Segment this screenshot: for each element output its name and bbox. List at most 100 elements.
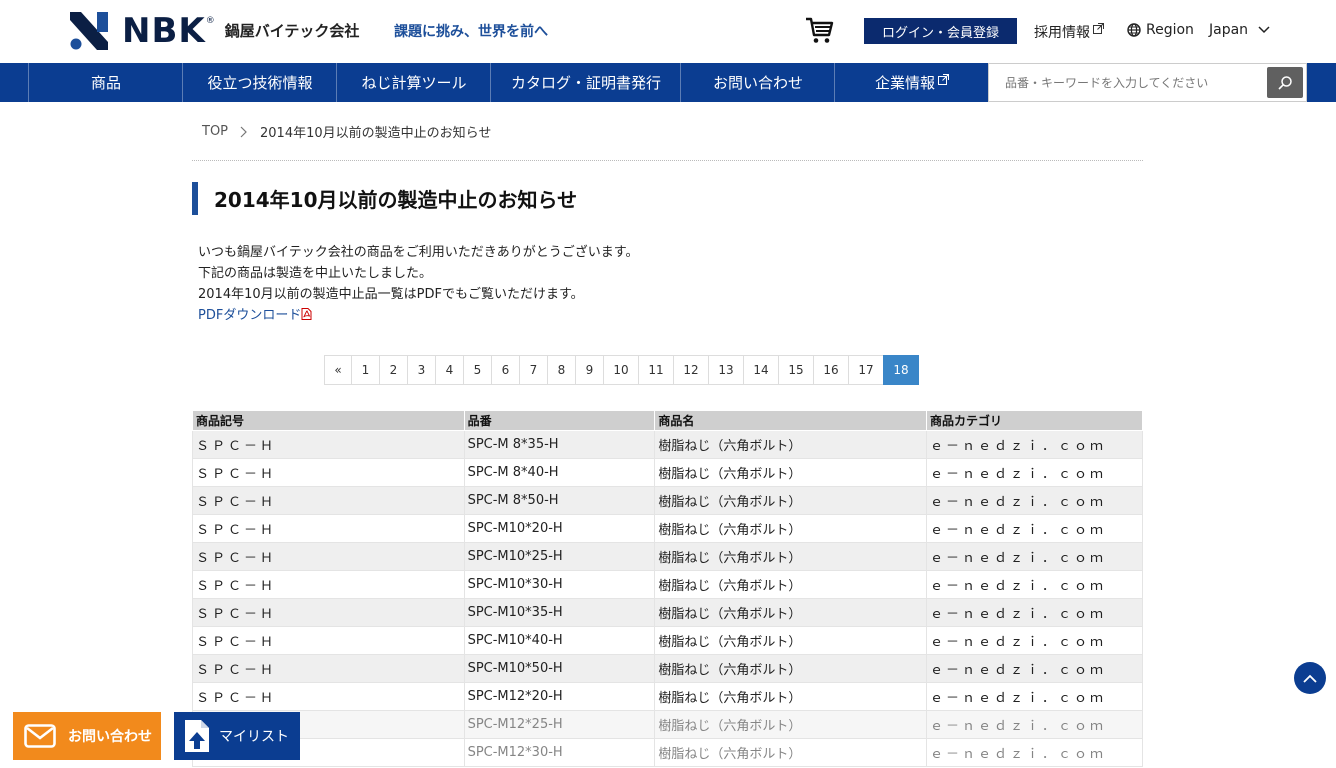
page-link[interactable]: 10 xyxy=(603,355,639,385)
floating-contact-label: お問い合わせ xyxy=(68,729,152,745)
cell-product-name: 樹脂ねじ（六角ボルト） xyxy=(654,738,928,767)
pagination-prev[interactable]: « xyxy=(324,355,352,385)
cell-category: ｅ－ｎｅｄｚｉ．ｃｏｍ xyxy=(926,514,1143,543)
nav-item-products[interactable]: 商品 xyxy=(28,63,183,102)
cell-product-name: 樹脂ねじ（六角ボルト） xyxy=(654,626,928,655)
country-label: Japan xyxy=(1209,22,1249,38)
table-header-row: 商品記号 品番 商品名 商品カテゴリ xyxy=(192,410,1143,431)
cell-part-number: SPC-M10*50-H xyxy=(463,654,656,683)
table-row: ＳＰＣ－Ｈ SPC-M 8*35-H 樹脂ねじ（六角ボルト） ｅ－ｎｅｄｚｉ．ｃ… xyxy=(192,430,1143,459)
cart-icon[interactable] xyxy=(804,15,834,45)
cell-category: ｅ－ｎｅｄｚｉ．ｃｏｍ xyxy=(926,542,1143,571)
page-link[interactable]: 15 xyxy=(778,355,814,385)
table-row: ＳＰＣ－Ｈ SPC-M12*20-H 樹脂ねじ（六角ボルト） ｅ－ｎｅｄｚｉ．ｃ… xyxy=(192,682,1143,711)
nav-item-company[interactable]: 企業情報 xyxy=(834,63,989,102)
table-row: ＳＰＣ－Ｈ SPC-M12*30-H 樹脂ねじ（六角ボルト） ｅ－ｎｅｄｚｉ．ｃ… xyxy=(192,738,1143,767)
search-input[interactable] xyxy=(989,64,1267,101)
cell-category: ｅ－ｎｅｄｚｉ．ｃｏｍ xyxy=(926,430,1143,459)
cell-code: ＳＰＣ－Ｈ xyxy=(192,626,465,655)
column-header: 商品記号 xyxy=(192,410,465,431)
cell-part-number: SPC-M10*35-H xyxy=(463,598,656,627)
recruit-label: 採用情報 xyxy=(1034,25,1090,41)
back-to-top-button[interactable] xyxy=(1294,662,1326,694)
pdf-download-label: PDFダウンロード xyxy=(198,308,302,323)
logo-wordmark: NBK xyxy=(122,11,206,51)
cell-part-number: SPC-M10*20-H xyxy=(463,514,656,543)
table-row: ＳＰＣ－Ｈ SPC-M10*50-H 樹脂ねじ（六角ボルト） ｅ－ｎｅｄｚｉ．ｃ… xyxy=(192,654,1143,683)
cell-part-number: SPC-M10*25-H xyxy=(463,542,656,571)
nav-item-tech-info[interactable]: 役立つ技術情報 xyxy=(182,63,337,102)
nav-item-catalog[interactable]: カタログ・証明書発行 xyxy=(490,63,681,102)
page-link[interactable]: 11 xyxy=(638,355,674,385)
page-link-active[interactable]: 18 xyxy=(883,355,919,385)
cell-category: ｅ－ｎｅｄｚｉ．ｃｏｍ xyxy=(926,738,1143,767)
tagline: 課題に挑み、世界を前へ xyxy=(394,24,548,40)
search-button[interactable] xyxy=(1267,67,1303,98)
cell-code: ＳＰＣ－Ｈ xyxy=(192,570,465,599)
cell-product-name: 樹脂ねじ（六角ボルト） xyxy=(654,430,928,459)
breadcrumb: TOP 2014年10月以前の製造中止のお知らせ xyxy=(202,122,491,141)
cell-category: ｅ－ｎｅｄｚｉ．ｃｏｍ xyxy=(926,458,1143,487)
globe-icon xyxy=(1127,23,1141,37)
cell-product-name: 樹脂ねじ（六角ボルト） xyxy=(654,514,928,543)
intro-line: いつも鍋屋バイテック会社の商品をご利用いただきありがとうございます。 xyxy=(198,245,639,260)
chevron-up-icon xyxy=(1303,674,1317,683)
login-register-button[interactable]: ログイン・会員登録 xyxy=(864,18,1017,44)
intro-text: いつも鍋屋バイテック会社の商品をご利用いただきありがとうございます。 下記の商品… xyxy=(198,242,638,326)
page-link[interactable]: 16 xyxy=(813,355,849,385)
table-row: ＳＰＣ－Ｈ SPC-M 8*40-H 樹脂ねじ（六角ボルト） ｅ－ｎｅｄｚｉ．ｃ… xyxy=(192,458,1143,487)
site-logo[interactable]: NBK ® 鍋屋バイテック会社 xyxy=(70,12,359,50)
cell-code: ＳＰＣ－Ｈ xyxy=(192,682,465,711)
nav-item-screw-calc[interactable]: ねじ計算ツール xyxy=(336,63,491,102)
page-link[interactable]: 4 xyxy=(435,355,464,385)
page-link[interactable]: 2 xyxy=(379,355,408,385)
page-link[interactable]: 13 xyxy=(708,355,744,385)
page-link[interactable]: 8 xyxy=(547,355,576,385)
page-link[interactable]: 17 xyxy=(848,355,884,385)
cell-part-number: SPC-M12*20-H xyxy=(463,682,656,711)
pdf-download-link[interactable]: PDFダウンロード xyxy=(198,308,312,323)
intro-line: 2014年10月以前の製造中止品一覧はPDFでもご覧いただけます。 xyxy=(198,287,584,302)
cell-category: ｅ－ｎｅｄｚｉ．ｃｏｍ xyxy=(926,486,1143,515)
cell-code: ＳＰＣ－Ｈ xyxy=(192,430,465,459)
external-link-icon xyxy=(1093,22,1104,34)
upload-list-icon xyxy=(185,720,209,752)
cell-part-number: SPC-M 8*35-H xyxy=(463,430,656,459)
floating-mylist-label: マイリスト xyxy=(219,729,289,745)
column-header: 商品名 xyxy=(654,410,928,431)
page-link[interactable]: 14 xyxy=(743,355,779,385)
company-name: 鍋屋バイテック会社 xyxy=(224,22,360,40)
region-selector[interactable]: Region xyxy=(1127,22,1194,38)
table-row: ＳＰＣ－Ｈ SPC-M10*35-H 樹脂ねじ（六角ボルト） ｅ－ｎｅｄｚｉ．ｃ… xyxy=(192,598,1143,627)
page-link[interactable]: 9 xyxy=(575,355,604,385)
table-row: ＳＰＣ－Ｈ SPC-M10*25-H 樹脂ねじ（六角ボルト） ｅ－ｎｅｄｚｉ．ｃ… xyxy=(192,542,1143,571)
page-link[interactable]: 12 xyxy=(673,355,709,385)
page-link[interactable]: 7 xyxy=(519,355,548,385)
nav-item-contact[interactable]: お問い合わせ xyxy=(680,63,835,102)
column-header: 品番 xyxy=(463,410,656,431)
cell-product-name: 樹脂ねじ（六角ボルト） xyxy=(654,682,928,711)
page-link[interactable]: 1 xyxy=(351,355,380,385)
breadcrumb-home[interactable]: TOP xyxy=(202,124,228,139)
floating-contact-button[interactable]: お問い合わせ xyxy=(13,712,161,760)
page-link[interactable]: 3 xyxy=(407,355,436,385)
cell-product-name: 樹脂ねじ（六角ボルト） xyxy=(654,486,928,515)
divider xyxy=(192,160,1143,161)
cell-product-name: 樹脂ねじ（六角ボルト） xyxy=(654,458,928,487)
page-link[interactable]: 5 xyxy=(463,355,492,385)
country-dropdown[interactable]: Japan xyxy=(1209,22,1270,38)
table-row: ＳＰＣ－Ｈ SPC-M12*25-H 樹脂ねじ（六角ボルト） ｅ－ｎｅｄｚｉ．ｃ… xyxy=(192,710,1143,739)
cell-code: ＳＰＣ－Ｈ xyxy=(192,598,465,627)
search-icon xyxy=(1278,75,1292,90)
table-row: ＳＰＣ－Ｈ SPC-M10*40-H 樹脂ねじ（六角ボルト） ｅ－ｎｅｄｚｉ．ｃ… xyxy=(192,626,1143,655)
cell-part-number: SPC-M12*25-H xyxy=(463,710,656,739)
page-link[interactable]: 6 xyxy=(491,355,520,385)
floating-mylist-button[interactable]: マイリスト xyxy=(174,712,300,760)
cell-category: ｅ－ｎｅｄｚｉ．ｃｏｍ xyxy=(926,710,1143,739)
pagination: « 1 2 3 4 5 6 7 8 9 10 11 12 13 14 15 16… xyxy=(324,355,919,385)
cell-product-name: 樹脂ねじ（六角ボルト） xyxy=(654,710,928,739)
region-label: Region xyxy=(1146,22,1194,38)
registered-mark: ® xyxy=(205,16,215,26)
mail-icon xyxy=(24,724,56,748)
recruit-link[interactable]: 採用情報 xyxy=(1034,22,1104,42)
